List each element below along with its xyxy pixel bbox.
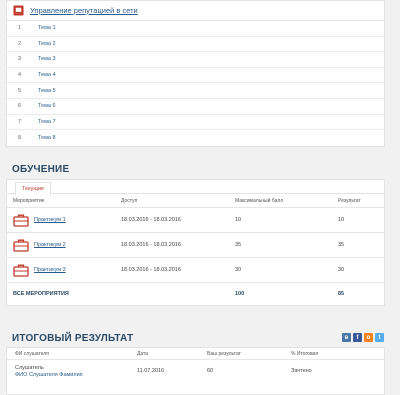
topic-number: 8 [18, 134, 22, 141]
topic-row: 4 Тема 4 [7, 68, 384, 84]
event-access: 18.03.2016 - 18.03.2016 [121, 242, 181, 248]
final-status: Зачтено [291, 368, 312, 374]
topic-number: 7 [18, 118, 22, 125]
topic-number: 4 [18, 72, 22, 79]
table-row: Практикум 2 18.03.2016 - 18.03.2016 35 3… [7, 233, 384, 258]
course-title[interactable]: Управление репутацией в сети [30, 6, 138, 15]
event-link[interactable]: Практикум 2 [34, 242, 66, 248]
event-link[interactable]: Практикум 1 [34, 217, 66, 223]
event-max: 30 [235, 267, 242, 273]
odnoklassniki-icon[interactable]: о [364, 333, 373, 342]
topic-row: 2 Тема 2 [7, 37, 384, 53]
topic-list: 1 Тема 1 2 Тема 2 3 Тема 3 4 Тема 4 5 Тема 5 … [7, 21, 384, 146]
book-icon [13, 5, 24, 16]
briefcase-icon [13, 214, 29, 227]
event-result: 35 [338, 242, 345, 248]
topic-row: 8 Тема 8 [7, 130, 384, 146]
table-row: Практикум 1 18.03.2016 - 18.03.2016 10 1… [7, 208, 384, 233]
column-header-date: Дата [137, 350, 149, 357]
topic-row: 7 Тема 7 [7, 115, 384, 131]
listener-name: Слушатель [15, 364, 44, 371]
topic-link[interactable]: Тема 5 [38, 88, 56, 94]
topic-row: 6 Тема 6 [7, 99, 384, 115]
topic-link[interactable]: Тема 8 [38, 135, 56, 141]
event-max: 35 [235, 242, 242, 248]
event-result: 30 [338, 267, 345, 273]
final-table-header: ФИ слушателя Дата Ваш результат % Итогов… [7, 348, 384, 360]
column-header-result: Результат [338, 197, 361, 204]
social-share: в f о t [342, 333, 384, 342]
event-cell: Практикум 2 [7, 238, 121, 252]
topic-row: 1 Тема 1 [7, 21, 384, 37]
topic-number: 3 [18, 56, 22, 63]
topic-link[interactable]: Тема 1 [38, 25, 56, 31]
total-label: ВСЕ МЕРОПРИЯТИЯ [13, 291, 69, 297]
table-header: Мероприятие Доступ Максимальный балл Рез… [7, 194, 384, 208]
final-section-title: ИТОГОВЫЙ РЕЗУЛЬТАТ [12, 333, 134, 344]
twitter-icon[interactable]: t [375, 333, 384, 342]
column-header-max: Максимальный балл [235, 197, 284, 204]
listener-cell: Слушатель ФИО Слушателя Фамилия [7, 365, 137, 378]
course-card: Управление репутацией в сети 1 Тема 1 2 Те… [6, 0, 385, 147]
topic-link[interactable]: Тема 3 [38, 56, 56, 62]
event-cell: Практикум 3 [7, 263, 121, 277]
column-header-access: Доступ [121, 197, 138, 204]
topic-number: 1 [18, 25, 22, 32]
vk-icon[interactable]: в [342, 333, 351, 342]
topic-number: 5 [18, 87, 22, 94]
topic-number: 2 [18, 40, 22, 47]
event-link[interactable]: Практикум 3 [34, 267, 66, 273]
topic-link[interactable]: Тема 4 [38, 72, 56, 78]
column-header-listener: ФИ слушателя [15, 350, 49, 357]
topic-row: 5 Тема 5 [7, 83, 384, 99]
event-max: 10 [235, 217, 242, 223]
tab-current[interactable]: Текущие [15, 182, 51, 195]
event-access: 18.03.2016 - 18.03.2016 [121, 217, 181, 223]
final-table-row: Слушатель ФИО Слушателя Фамилия 11.07.20… [7, 360, 384, 382]
total-result: 85 [338, 291, 345, 297]
listener-subtitle: ФИО Слушателя Фамилия [15, 371, 83, 378]
topic-link[interactable]: Тема 6 [38, 103, 56, 109]
total-row: ВСЕ МЕРОПРИЯТИЯ 100 85 [7, 283, 384, 305]
learning-card: Текущие Мероприятие Доступ Максимальный … [6, 179, 385, 306]
column-header-event: Мероприятие [13, 197, 45, 204]
column-header-score: Ваш результат [207, 350, 241, 357]
briefcase-icon [13, 239, 29, 252]
total-max: 100 [235, 291, 245, 297]
topic-link[interactable]: Тема 2 [38, 41, 56, 47]
final-result-card: ФИ слушателя Дата Ваш результат % Итогов… [6, 347, 385, 395]
learning-section-title: ОБУЧЕНИЕ [12, 164, 70, 175]
table-row: Практикум 3 18.03.2016 - 18.03.2016 30 3… [7, 258, 384, 283]
column-header-grade: % Итоговая [291, 350, 319, 357]
final-date: 11.07.2016 [137, 368, 165, 374]
event-result: 10 [338, 217, 345, 223]
final-score: 60 [207, 368, 214, 374]
facebook-icon[interactable]: f [353, 333, 362, 342]
topic-link[interactable]: Тема 7 [38, 119, 56, 125]
tabs: Текущие [7, 180, 384, 195]
event-cell: Практикум 1 [7, 213, 121, 227]
topic-row: 3 Тема 3 [7, 52, 384, 68]
briefcase-icon [13, 264, 29, 277]
event-access: 18.03.2016 - 18.03.2016 [121, 267, 181, 273]
course-header: Управление репутацией в сети [7, 1, 384, 21]
topic-number: 6 [18, 103, 22, 110]
